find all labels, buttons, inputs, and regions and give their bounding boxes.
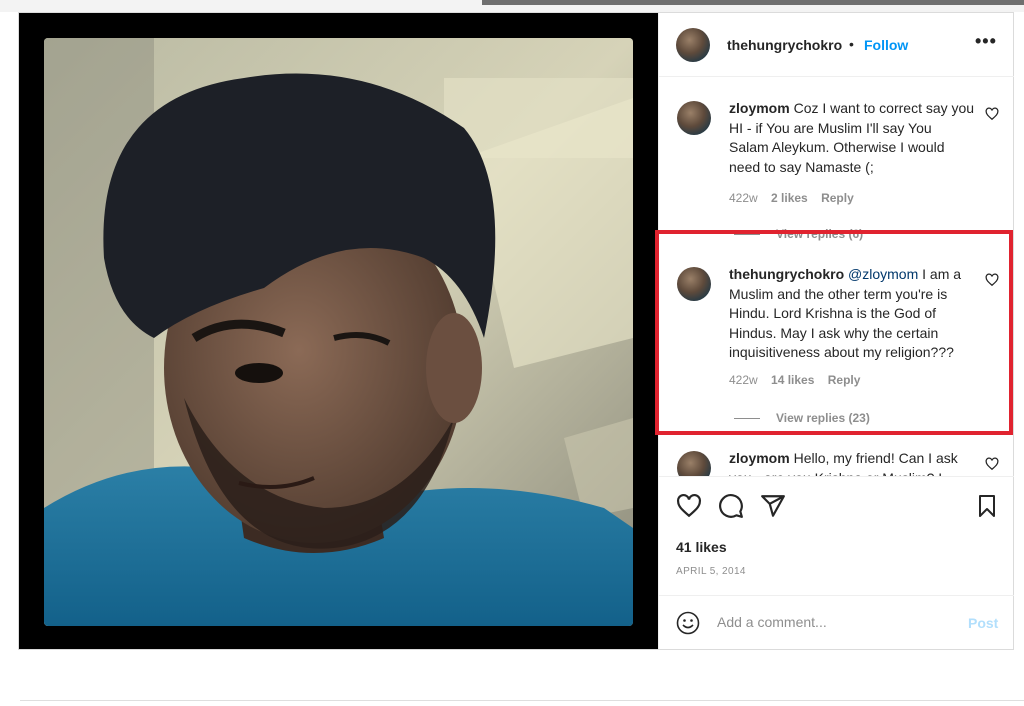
add-comment-bar: Post [659, 595, 1014, 649]
comment-username[interactable]: zloymom [729, 450, 790, 466]
post-photo[interactable] [44, 38, 633, 626]
comment-username[interactable]: zloymom [729, 100, 790, 116]
page-divider [20, 700, 1024, 701]
follow-button[interactable]: Follow [864, 37, 908, 53]
like-heart-icon[interactable] [676, 493, 702, 519]
post-comment-button[interactable]: Post [968, 615, 998, 631]
top-strip-shadow [482, 0, 1024, 5]
author-username[interactable]: thehungrychokro [727, 37, 842, 53]
comment-age[interactable]: 422w [729, 191, 758, 205]
comment-avatar[interactable] [677, 451, 711, 476]
comment-text: zloymom Coz I want to correct say you HI… [729, 99, 975, 177]
comment-text: zloymom Hello, my friend! Can I ask you … [729, 449, 975, 476]
author-avatar[interactable] [676, 28, 710, 62]
post-header: thehungrychokro • Follow ••• [659, 13, 1014, 77]
post-date: APRIL 5, 2014 [676, 566, 746, 577]
comment-likes[interactable]: 2 likes [771, 191, 808, 205]
save-bookmark-icon[interactable] [975, 493, 999, 519]
comment-like-icon[interactable] [985, 107, 999, 121]
browser-top-strip [0, 0, 1024, 12]
more-options-icon[interactable]: ••• [975, 31, 997, 52]
comment-input[interactable] [717, 612, 947, 632]
comment-avatar[interactable] [677, 101, 711, 135]
comment-bubble-icon[interactable] [718, 493, 744, 519]
post-actions: 41 likes APRIL 5, 2014 [659, 476, 1014, 586]
comment-meta: 422w 2 likes Reply [729, 191, 864, 205]
comment-like-icon[interactable] [985, 457, 999, 471]
likes-count[interactable]: 41 likes [676, 539, 727, 555]
reply-button[interactable]: Reply [821, 191, 854, 205]
post-media [19, 13, 658, 649]
share-send-icon[interactable] [760, 493, 786, 519]
separator-dot: • [849, 36, 854, 52]
highlight-box [655, 230, 1013, 435]
emoji-icon[interactable] [676, 611, 700, 635]
